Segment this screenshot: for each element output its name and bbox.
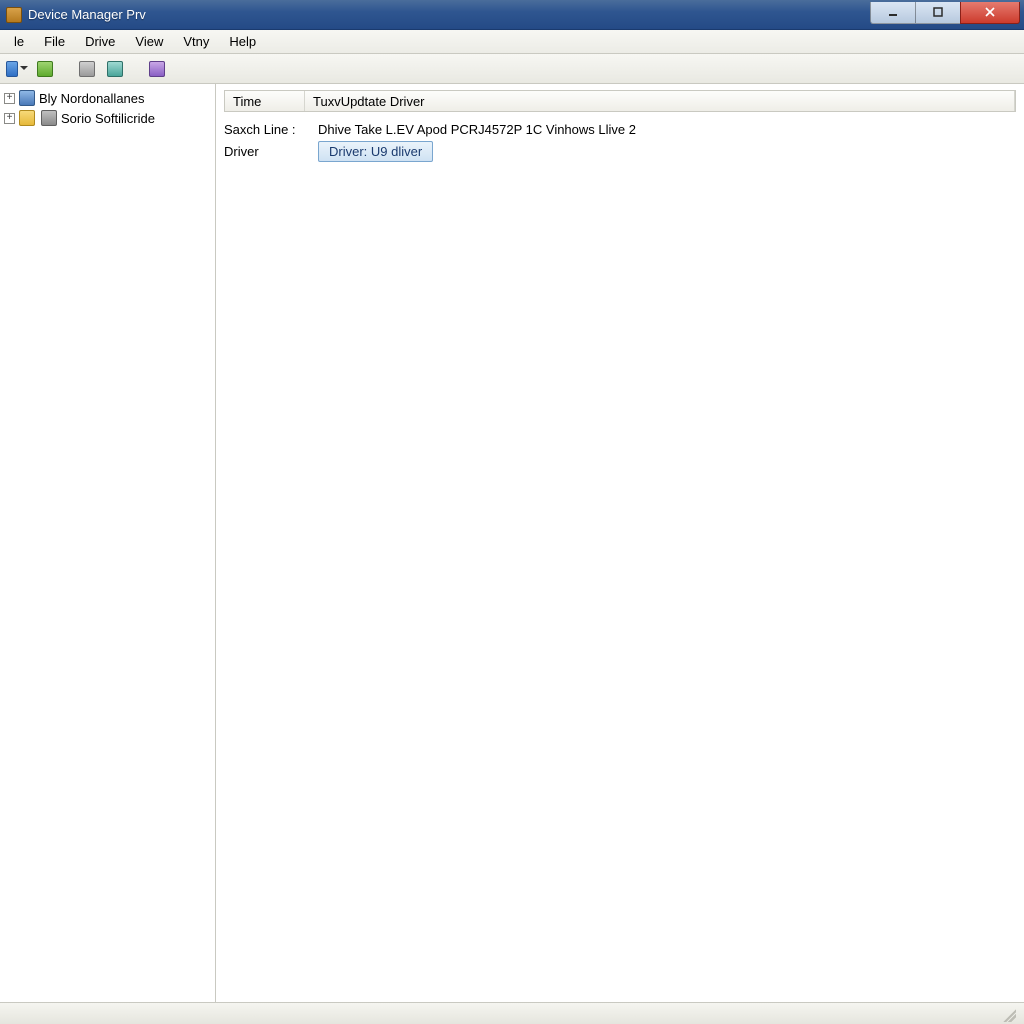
toolbar-btn-2[interactable] [34,58,56,80]
driver-button[interactable]: Driver: U9 dliver [318,141,433,162]
menu-item-0[interactable]: le [4,32,34,51]
maximize-button[interactable] [915,2,961,24]
toolbar-btn-3[interactable] [76,58,98,80]
toolbar-btn-1[interactable] [6,58,28,80]
toolbar-icon-1 [6,61,18,77]
main-pane: Time TuxvUpdtate Driver Saxch Line : Dhi… [216,84,1024,1002]
toolbar-sep-2 [132,58,140,80]
toolbar-icon-5 [149,61,165,77]
toolbar-icon-4 [107,61,123,77]
monitor-icon [19,90,35,106]
window-controls [871,2,1020,24]
toolbar-icon-2 [37,61,53,77]
statusbar [0,1002,1024,1024]
folder-icon [19,110,35,126]
list-header: Time TuxvUpdtate Driver [224,90,1016,112]
resize-grip-icon[interactable] [1000,1006,1016,1022]
toolbar-btn-4[interactable] [104,58,126,80]
close-button[interactable] [960,2,1020,24]
minimize-button[interactable] [870,2,916,24]
driver-label: Driver [224,144,310,159]
search-line-value: Dhive Take L.EV Apod PCRJ4572P 1C Vinhow… [318,122,1016,137]
expander-icon[interactable]: + [4,113,15,124]
menu-item-file[interactable]: File [34,32,75,51]
toolbar-icon-3 [79,61,95,77]
menubar: le File Drive View Vtny Help [0,30,1024,54]
expander-icon[interactable]: + [4,93,15,104]
tree-item-0[interactable]: + Bly Nordonallanes [2,88,213,108]
tree-item-label: Bly Nordonallanes [39,91,145,106]
search-line-row: Saxch Line : Dhive Take L.EV Apod PCRJ45… [224,122,1016,137]
driver-row: Driver Driver: U9 dliver [224,141,1016,162]
tree-item-1[interactable]: + Sorio Softilicride [2,108,213,128]
titlebar: Device Manager Prv [0,0,1024,30]
window-title: Device Manager Prv [28,7,146,22]
menu-item-view[interactable]: View [125,32,173,51]
maximize-icon [932,6,944,18]
menu-item-vtny[interactable]: Vtny [173,32,219,51]
menu-item-drive[interactable]: Drive [75,32,125,51]
sidebar-tree: + Bly Nordonallanes + Sorio Softilicride [0,84,216,1002]
disk-icon [41,110,57,126]
content: + Bly Nordonallanes + Sorio Softilicride… [0,84,1024,1002]
minimize-icon [887,6,899,18]
toolbar-btn-5[interactable] [146,58,168,80]
close-icon [984,6,996,18]
toolbar-sep-1 [62,58,70,80]
column-time[interactable]: Time [225,91,305,111]
column-text[interactable]: TuxvUpdtate Driver [305,91,1015,111]
menu-item-help[interactable]: Help [219,32,266,51]
search-line-label: Saxch Line : [224,122,310,137]
toolbar [0,54,1024,84]
tree-item-label: Sorio Softilicride [61,111,155,126]
app-icon [6,7,22,23]
